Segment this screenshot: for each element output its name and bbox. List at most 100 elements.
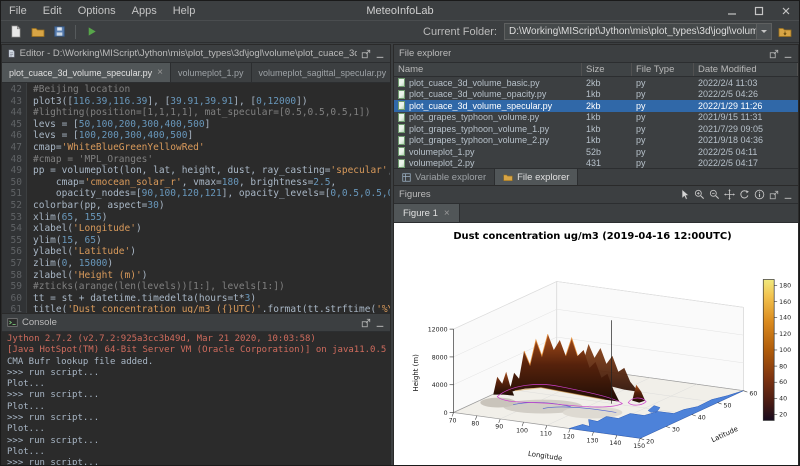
pointer-icon[interactable] <box>679 189 690 200</box>
combobox-dropdown-arrow[interactable] <box>756 24 771 39</box>
code-line: zlabel('Height (m)') <box>33 270 390 282</box>
minimize-window-button[interactable] <box>718 1 745 20</box>
file-type-cell: py <box>632 101 694 111</box>
file-row[interactable]: plot_grapes_typhoon_volume_1.py1kbpy2021… <box>394 123 798 135</box>
tab-label: Variable explorer <box>415 172 486 183</box>
rotate-icon[interactable] <box>739 189 750 200</box>
current-folder-label: Current Folder: <box>423 26 497 38</box>
minimize-panel-icon[interactable] <box>783 190 793 200</box>
file-name: volumeplot_2.py <box>409 158 475 168</box>
y-tick: 30 <box>672 426 680 433</box>
line-number: 61 <box>2 304 22 313</box>
code-token: ], [ <box>233 96 256 107</box>
x-tick: 130 <box>587 437 599 444</box>
file-row[interactable]: plot_grapes_typhoon_volume_2.py1kbpy2021… <box>394 135 798 147</box>
minimize-panel-icon[interactable] <box>783 49 793 59</box>
menu-edit[interactable]: Edit <box>35 5 70 17</box>
code-token: 'specular' <box>330 165 387 176</box>
menu-apps[interactable]: Apps <box>124 5 165 17</box>
menu-help[interactable]: Help <box>165 5 204 17</box>
menu-file[interactable]: File <box>1 5 35 17</box>
tab-label: File explorer <box>517 172 569 183</box>
colorbar-tick: 120 <box>779 331 791 338</box>
identify-info-icon[interactable] <box>754 189 765 200</box>
figure-tab[interactable]: Figure 1 × <box>394 204 460 222</box>
run-script-button[interactable] <box>82 22 101 41</box>
y-tick: 40 <box>698 414 706 421</box>
file-name-cell: plot_grapes_typhoon_volume_2.py <box>394 135 582 145</box>
code-token: 0,0.5,0.5,0 <box>330 188 390 199</box>
file-row[interactable]: volumeplot_2.py431py2022/2/5 04:17 <box>394 158 798 169</box>
float-panel-icon[interactable] <box>769 190 779 200</box>
file-size-cell: 1kb <box>582 124 632 134</box>
file-row[interactable]: plot_grapes_typhoon_volume.py1kbpy2021/9… <box>394 112 798 124</box>
code-token: levs = [ <box>33 119 79 130</box>
line-number: 52 <box>2 200 22 212</box>
file-name: plot_grapes_typhoon_volume.py <box>409 112 539 122</box>
tab-variable-explorer[interactable]: Variable explorer <box>394 169 495 185</box>
file-name: plot_grapes_typhoon_volume_2.py <box>409 135 549 145</box>
pan-icon[interactable] <box>724 189 735 200</box>
line-number: 47 <box>2 142 22 154</box>
x-tick: 120 <box>563 433 575 440</box>
code-token: ]) <box>296 96 307 107</box>
code-token: , vmax= <box>182 177 222 188</box>
figure-tab-close-icon[interactable]: × <box>444 208 450 219</box>
editor-tab[interactable]: volumeplot_1.py <box>171 63 252 82</box>
file-name: plot_grapes_typhoon_volume_1.py <box>409 124 549 134</box>
figures-toolbar <box>679 189 793 200</box>
file-row[interactable]: volumeplot_1.py52bpy2022/2/5 04:11 <box>394 146 798 158</box>
console-output[interactable]: Jython 2.7.2 (v2.7.2:925a3cc3b49d, Mar 2… <box>2 332 390 466</box>
file-name-cell: plot_cuace_3d_volume_basic.py <box>394 78 582 88</box>
code-token: 30 <box>147 200 158 211</box>
code-line: #zticks(arange(len(levels))[1:], levels[… <box>33 281 390 293</box>
file-row[interactable]: plot_cuace_3d_volume_basic.py2kbpy2022/2… <box>394 77 798 89</box>
editor-panel: Editor - D:\Working\MIScript\Jython\mis\… <box>1 44 391 314</box>
figure-plot-area[interactable]: Dust concentration ug/m3 (2019-04-16 12:… <box>394 223 798 466</box>
column-header-datemodified[interactable]: Date Modified <box>694 63 798 76</box>
menu-options[interactable]: Options <box>70 5 124 17</box>
save-file-button[interactable] <box>50 22 69 41</box>
colorbar-tick: 160 <box>779 299 791 306</box>
z-tick: 0 <box>444 410 448 417</box>
code-token: ) <box>107 258 113 269</box>
zoom-in-icon[interactable] <box>694 189 705 200</box>
code-editor[interactable]: 4243444546474849505152535455565758596061… <box>2 83 390 313</box>
float-panel-icon[interactable] <box>769 49 779 59</box>
window-title: MeteoInfoLab <box>366 5 433 17</box>
minimize-panel-icon[interactable] <box>375 49 385 59</box>
code-token: ], opacity_levels=[ <box>222 188 331 199</box>
file-table-body: plot_cuace_3d_volume_basic.py2kbpy2022/2… <box>394 77 798 168</box>
column-header-filetype[interactable]: File Type <box>632 63 694 76</box>
line-number: 49 <box>2 165 22 177</box>
code-token: #lighting(position=[1,1,1,1], mat_specul… <box>33 107 370 118</box>
folder-icon <box>503 173 513 182</box>
editor-tab[interactable]: volumeplot_sagittal_specular.py <box>252 63 395 82</box>
console-panel-buttons <box>361 318 385 328</box>
column-header-name[interactable]: Name <box>394 63 582 76</box>
new-script-button[interactable] <box>6 22 25 41</box>
close-window-button[interactable] <box>772 1 799 20</box>
file-row[interactable]: plot_cuace_3d_volume_opacity.py1kbpy2022… <box>394 89 798 101</box>
float-panel-icon[interactable] <box>361 49 371 59</box>
tab-close-icon[interactable]: × <box>157 69 163 77</box>
minimize-panel-icon[interactable] <box>375 318 385 328</box>
file-explorer-buttons <box>769 49 793 59</box>
editor-panel-buttons <box>361 49 385 59</box>
editor-tab[interactable]: plot_cuace_3d_volume_specular.py× <box>2 63 171 82</box>
code-token: 50,100,200,300,400,500 <box>79 119 205 130</box>
file-row[interactable]: plot_cuace_3d_volume_specular.py2kbpy202… <box>394 100 798 112</box>
open-file-button[interactable] <box>28 22 47 41</box>
zoom-out-icon[interactable] <box>709 189 720 200</box>
current-folder-combobox[interactable]: D:\Working\MIScript\Jython\mis\plot_type… <box>504 23 772 40</box>
file-date-cell: 2021/9/18 04:36 <box>694 135 798 145</box>
code-token: pp = volumeplot(lon, lat, height, dust, … <box>33 165 330 176</box>
file-size-cell: 2kb <box>582 78 632 88</box>
tab-file-explorer[interactable]: File explorer <box>495 169 578 185</box>
browse-folder-button[interactable] <box>775 22 794 41</box>
code-token: 39.91,39.91 <box>170 96 233 107</box>
column-header-size[interactable]: Size <box>582 63 632 76</box>
maximize-window-button[interactable] <box>745 1 772 20</box>
float-panel-icon[interactable] <box>361 318 371 328</box>
colorbar-tick: 60 <box>779 379 787 386</box>
